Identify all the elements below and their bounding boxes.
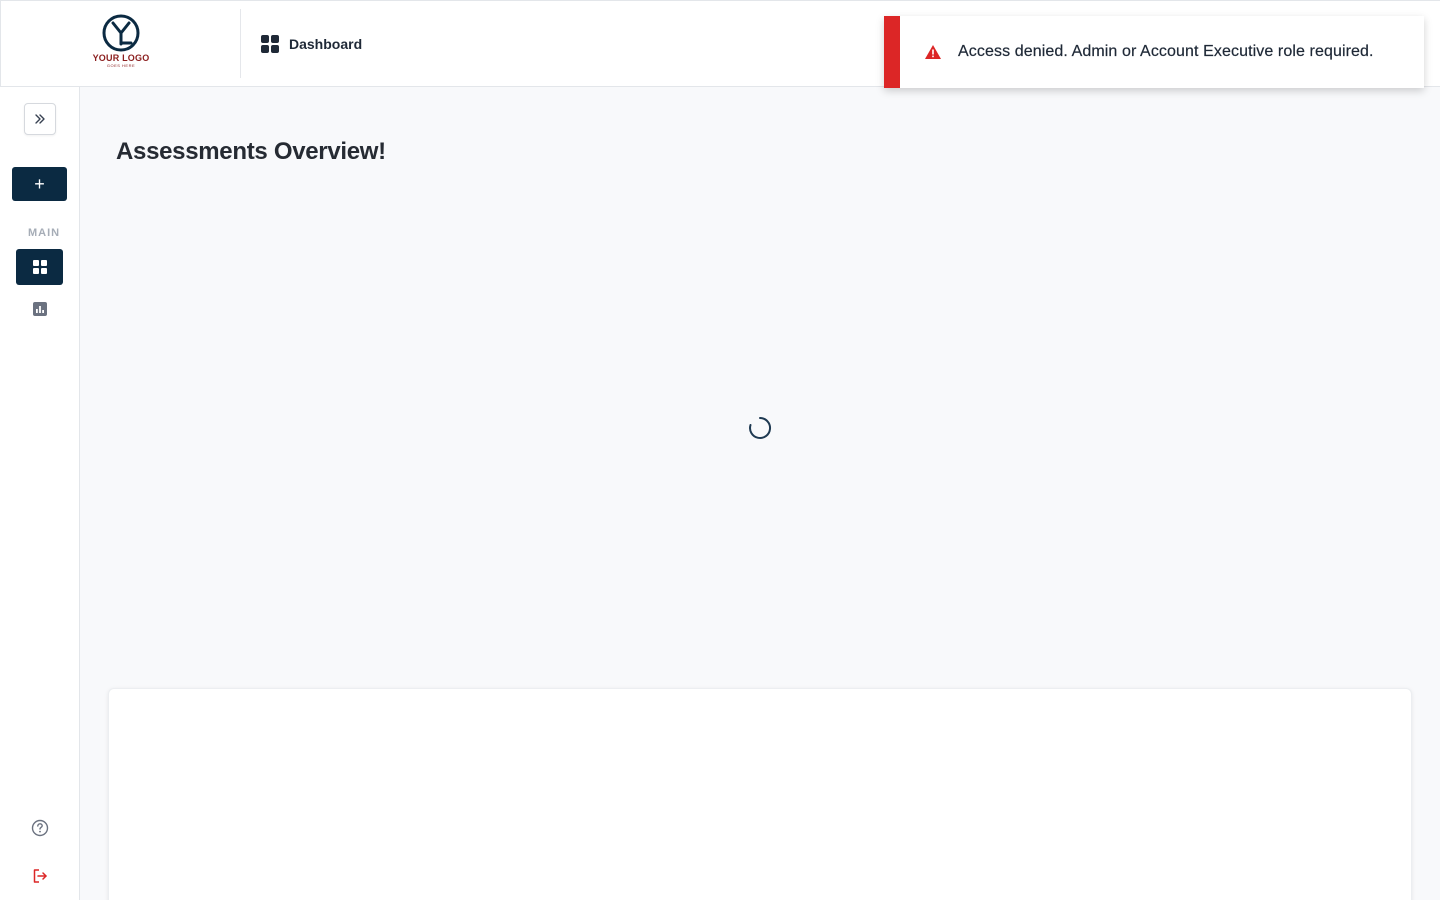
logo-mark-icon	[102, 14, 140, 51]
bar-chart-icon	[33, 302, 47, 316]
loading-spinner-icon	[749, 416, 772, 439]
content-card	[108, 688, 1412, 900]
section-label-main: MAIN	[28, 227, 61, 239]
logo-text: YOUR LOGO	[92, 52, 150, 63]
dashboard-grid-icon	[32, 260, 47, 274]
toast-message: Access denied. Admin or Account Executiv…	[958, 43, 1374, 60]
sidebar-item-reports[interactable]	[31, 300, 49, 318]
breadcrumb[interactable]: Dashboard	[261, 34, 362, 54]
page-title: Assessments Overview!	[116, 138, 386, 165]
add-button[interactable]: +	[12, 167, 67, 201]
logout-button[interactable]	[30, 866, 50, 886]
sidebar: + MAIN	[0, 87, 80, 900]
header-divider	[240, 9, 241, 78]
logout-icon	[33, 869, 47, 883]
warning-triangle-icon	[925, 45, 941, 59]
dashboard-grid-icon	[261, 35, 279, 53]
sidebar-item-dashboard[interactable]	[16, 249, 63, 285]
chevrons-right-icon	[35, 114, 45, 124]
logo[interactable]: YOUR LOGO GOES HERE	[1, 1, 241, 87]
help-button[interactable]	[30, 818, 50, 838]
error-toast[interactable]: Access denied. Admin or Account Executiv…	[884, 16, 1424, 88]
breadcrumb-label: Dashboard	[289, 36, 363, 52]
expand-sidebar-button[interactable]	[24, 103, 56, 135]
logo-subtext: GOES HERE	[106, 62, 136, 68]
help-circle-icon	[31, 819, 49, 837]
